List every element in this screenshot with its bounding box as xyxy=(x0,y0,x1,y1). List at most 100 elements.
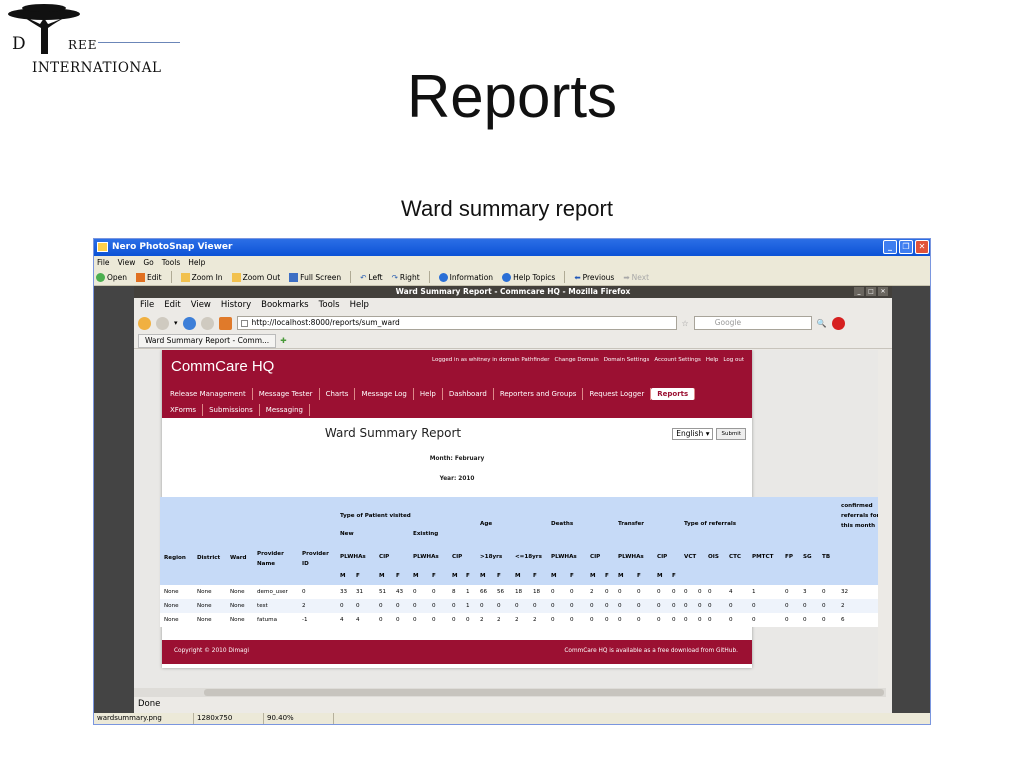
table-cell: demo_user xyxy=(257,589,288,595)
previous-button[interactable]: ⬅ Previous xyxy=(574,273,614,282)
col-age-under18: <=18yrs xyxy=(515,554,542,560)
github-note[interactable]: CommCare HQ is available as a free downl… xyxy=(564,648,738,654)
open-button[interactable]: Open xyxy=(96,272,127,282)
logo-letter-d: D xyxy=(12,34,26,54)
tab-request-logger[interactable]: Request Logger xyxy=(583,388,652,400)
tab-submissions[interactable]: Submissions xyxy=(203,404,260,416)
search-icon[interactable]: 🔍 xyxy=(817,319,827,328)
account-settings-link[interactable]: Account Settings xyxy=(654,357,701,363)
rotate-left-icon: ↶ xyxy=(360,272,367,282)
table-cell: 0 xyxy=(657,617,661,623)
ff-menu-tools[interactable]: Tools xyxy=(319,300,340,311)
tab-reports[interactable]: Reports xyxy=(651,388,696,400)
tab-charts[interactable]: Charts xyxy=(320,388,356,400)
tab-xforms[interactable]: XForms xyxy=(164,404,204,416)
open-icon xyxy=(96,272,105,282)
col-tb: TB xyxy=(822,554,831,560)
mf-label: F xyxy=(466,573,470,579)
scrollbar-thumb[interactable] xyxy=(204,689,884,696)
table-cell: 0 xyxy=(708,617,712,623)
tab-message-tester[interactable]: Message Tester xyxy=(253,388,320,400)
ff-menu-view[interactable]: View xyxy=(191,300,211,311)
stop-icon[interactable] xyxy=(200,316,214,330)
mf-label: M xyxy=(618,573,624,579)
nav-tabs-row-1: Release Management Message Tester Charts… xyxy=(164,388,696,400)
information-button[interactable]: Information xyxy=(438,272,493,282)
tab-messaging[interactable]: Messaging xyxy=(260,404,310,416)
rotate-left-button[interactable]: ↶ Left xyxy=(360,273,382,282)
viewer-menu-tools[interactable]: Tools xyxy=(162,258,180,269)
tab-help[interactable]: Help xyxy=(414,388,443,400)
table-cell: 0 xyxy=(570,589,574,595)
commcare-header: CommCare HQ Logged in as whitney in doma… xyxy=(162,350,752,418)
table-cell: 0 xyxy=(432,603,436,609)
adblock-icon[interactable] xyxy=(831,316,845,330)
submit-button[interactable]: Submit xyxy=(716,428,746,440)
minimize-button[interactable]: _ xyxy=(883,240,897,254)
new-tab-icon[interactable]: ✚ xyxy=(280,336,286,345)
ff-menu-help[interactable]: Help xyxy=(350,300,369,311)
table-cell: 0 xyxy=(785,603,789,609)
language-select[interactable]: English ▾ xyxy=(672,428,714,440)
url-bar[interactable]: http://localhost:8000/reports/sum_ward xyxy=(236,316,677,330)
tab-dashboard[interactable]: Dashboard xyxy=(443,388,494,400)
next-button[interactable]: ➡ Next xyxy=(623,273,649,282)
table-cell: 0 xyxy=(413,617,417,623)
horizontal-scrollbar[interactable] xyxy=(134,688,886,697)
rotate-right-button[interactable]: ↷ Right xyxy=(392,273,420,282)
ff-menu-bookmarks[interactable]: Bookmarks xyxy=(261,300,309,311)
reload-icon[interactable] xyxy=(182,316,196,330)
help-link[interactable]: Help xyxy=(706,357,719,363)
zoom-out-icon xyxy=(231,272,241,282)
slide: D REE INTERNATIONAL Reports Ward summary… xyxy=(0,0,1024,768)
commcare-brand[interactable]: CommCare HQ xyxy=(171,358,274,375)
viewer-menu-help[interactable]: Help xyxy=(188,258,205,269)
history-dropdown-icon[interactable]: ▾ xyxy=(174,319,178,327)
zoom-in-button[interactable]: Zoom In xyxy=(180,272,223,282)
table-row: None None None demo_user 0 33 31 51 43 0 0 8 1 66 56 18… xyxy=(160,585,878,599)
search-input[interactable]: Google xyxy=(693,316,812,330)
viewer-statusbar: wardsummary.png 1280x750 90.40% xyxy=(94,713,930,724)
table-cell: 0 xyxy=(570,617,574,623)
forward-icon[interactable] xyxy=(156,316,169,330)
tab-reporters-and-groups[interactable]: Reporters and Groups xyxy=(494,388,584,400)
ff-menu-file[interactable]: File xyxy=(140,300,154,311)
language-form: English ▾ Submit xyxy=(672,428,746,440)
mf-label: F xyxy=(432,573,436,579)
info-icon xyxy=(438,272,448,282)
close-button[interactable]: ✕ xyxy=(915,240,929,254)
star-icon[interactable]: ☆ xyxy=(682,319,689,328)
full-screen-button[interactable]: Full Screen xyxy=(289,272,341,282)
change-domain-link[interactable]: Change Domain xyxy=(555,357,599,363)
table-cell: 0 xyxy=(452,617,456,623)
edit-button[interactable]: Edit xyxy=(136,272,162,282)
viewer-menu-file[interactable]: File xyxy=(97,258,110,269)
viewer-menu-go[interactable]: Go xyxy=(143,258,153,269)
mf-label: F xyxy=(605,573,609,579)
domain-settings-link[interactable]: Domain Settings xyxy=(604,357,650,363)
back-icon[interactable] xyxy=(138,316,151,330)
table-cell: 0 xyxy=(708,603,712,609)
restore-button[interactable]: ❐ xyxy=(899,240,913,254)
ff-menu-history[interactable]: History xyxy=(221,300,251,311)
help-topics-button[interactable]: Help Topics xyxy=(502,272,555,282)
ff-close-button[interactable]: ✕ xyxy=(878,287,888,296)
table-cell: 0 xyxy=(570,603,574,609)
table-cell: 3 xyxy=(803,589,807,595)
ff-minimize-button[interactable]: _ xyxy=(854,287,864,296)
group-header-deaths: Deaths xyxy=(551,521,574,527)
viewer-menu-view[interactable]: View xyxy=(118,258,136,269)
status-zoom: 90.40% xyxy=(264,713,334,724)
ff-menu-edit[interactable]: Edit xyxy=(164,300,180,311)
logout-link[interactable]: Log out xyxy=(723,357,744,363)
home-icon[interactable] xyxy=(218,316,232,330)
tab-message-log[interactable]: Message Log xyxy=(355,388,414,400)
browser-tab[interactable]: Ward Summary Report - Comm... xyxy=(138,333,277,348)
firefox-menubar: File Edit View History Bookmarks Tools H… xyxy=(134,298,892,313)
ff-maximize-button[interactable]: □ xyxy=(866,287,876,296)
tab-release-management[interactable]: Release Management xyxy=(164,388,253,400)
zoom-out-button[interactable]: Zoom Out xyxy=(231,272,280,282)
viewer-title: Nero PhotoSnap Viewer xyxy=(112,242,233,252)
mf-label: F xyxy=(533,573,537,579)
col-ctc: CTC xyxy=(729,554,742,560)
